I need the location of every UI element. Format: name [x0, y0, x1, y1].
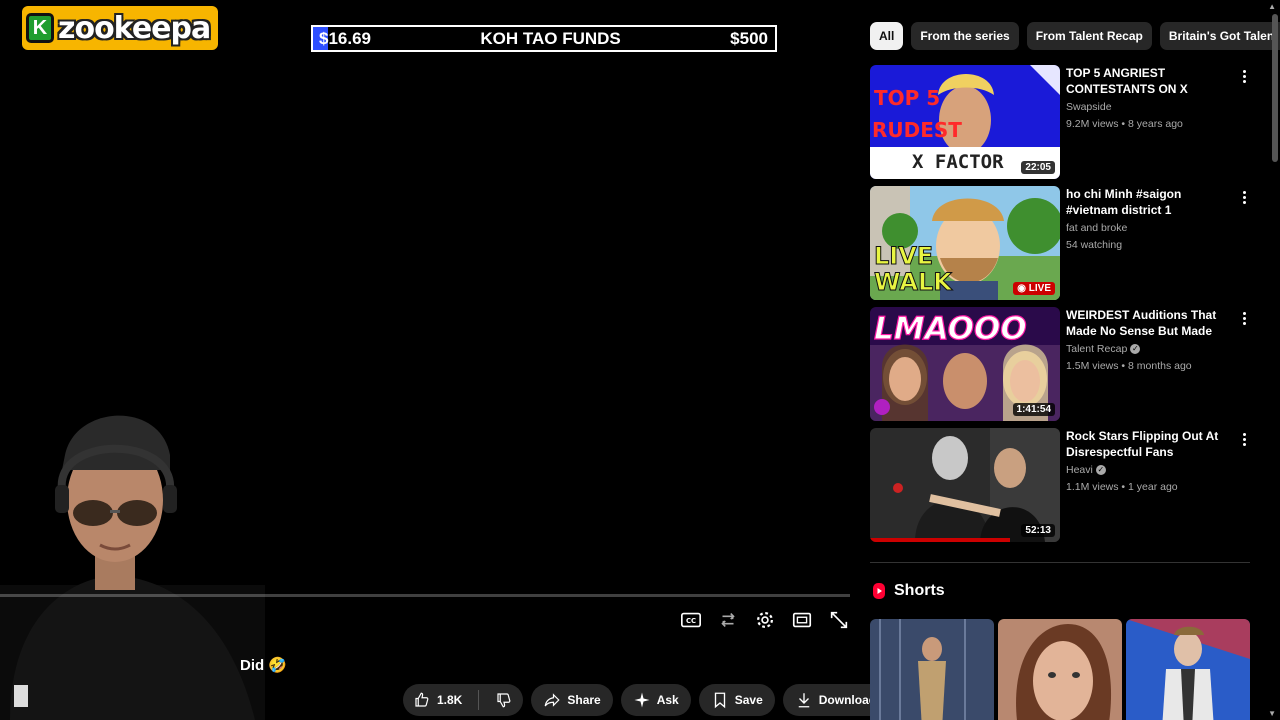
shorts-row: [870, 619, 1250, 720]
chip-britains-got-talent[interactable]: Britain's Got Talent: [1159, 22, 1280, 50]
chip-all[interactable]: All: [870, 22, 904, 50]
ask-button[interactable]: Ask: [620, 684, 691, 716]
funds-current: $16.69: [319, 28, 371, 48]
logo-text: zookeepa: [58, 10, 211, 46]
bookmark-icon: [714, 692, 725, 709]
funds-label: KOH TAO FUNDS: [480, 28, 621, 48]
share-button[interactable]: Share: [531, 684, 613, 716]
funds-goal-bar: $16.69 KOH TAO FUNDS $500: [311, 25, 777, 52]
more-options-icon[interactable]: [1238, 309, 1250, 327]
short-thumbnail-image: [1126, 619, 1250, 720]
video-thumbnail[interactable]: LMAOOO 1:41:54: [870, 307, 1060, 421]
thumb-text-line: LIVE: [874, 242, 933, 270]
zookeepa-logo: K zookeepa: [22, 6, 219, 50]
recommendation-title[interactable]: TOP 5 ANGRIEST CONTESTANTS ON X FACTOR!!…: [1066, 65, 1234, 97]
like-button[interactable]: 1.8K: [403, 684, 472, 716]
recommendation-info: TOP 5 ANGRIEST CONTESTANTS ON X FACTOR!!…: [1066, 65, 1234, 133]
save-label: Save: [734, 693, 763, 707]
video-progress-bar[interactable]: [0, 594, 850, 597]
like-count: 1.8K: [437, 693, 463, 707]
video-meta: 9.2M views • 8 years ago: [1066, 118, 1183, 130]
recommendation-title[interactable]: ho chi Minh #saigon #vietnam district 1: [1066, 186, 1234, 218]
video-meta: 1.1M views • 1 year ago: [1066, 481, 1178, 493]
video-thumbnail[interactable]: TOP 5 RUDEST X FACTOR 22:05: [870, 65, 1060, 179]
download-label: Download: [818, 693, 877, 707]
live-label: LIVE: [1028, 283, 1051, 294]
page-scrollbar[interactable]: [1272, 14, 1278, 162]
svg-text:CC: CC: [686, 617, 696, 625]
scroll-down-icon[interactable]: ▼: [1268, 709, 1276, 718]
video-thumbnail[interactable]: 52:13: [870, 428, 1060, 542]
like-dislike-group: 1.8K: [403, 684, 524, 716]
short-thumbnail[interactable]: [1126, 619, 1250, 720]
short-thumbnail[interactable]: [870, 619, 994, 720]
webcam-streamer: [0, 415, 265, 720]
duration-badge: 22:05: [1021, 161, 1055, 174]
thumb-text-line: LMAOOO: [874, 311, 1027, 347]
section-divider: [870, 562, 1250, 563]
share-label: Share: [567, 693, 601, 707]
channel-name[interactable]: fat and broke: [1066, 220, 1234, 237]
thumb-text-line: RUDEST: [872, 118, 962, 142]
recommendation-item[interactable]: 52:13 Rock Stars Flipping Out At Disresp…: [870, 428, 1250, 542]
ask-label: Ask: [656, 693, 679, 707]
verified-icon: ✓: [1130, 344, 1141, 355]
save-button[interactable]: Save: [698, 684, 775, 716]
short-thumbnail-image: [998, 619, 1122, 720]
verified-icon: ✓: [1095, 465, 1106, 476]
recommendation-info: ho chi Minh #saigon #vietnam district 1 …: [1066, 186, 1234, 254]
recommendation-info: Rock Stars Flipping Out At Disrespectful…: [1066, 428, 1234, 496]
logo-k-icon: K: [26, 13, 54, 43]
video-meta: 1.5M views • 8 months ago: [1066, 360, 1192, 372]
channel-name[interactable]: Talent Recap: [1066, 343, 1127, 355]
thumb-text-line: TOP 5: [874, 86, 940, 110]
sparkle-icon: [634, 692, 650, 708]
thumb-text-line: X FACTOR: [912, 151, 1004, 173]
miniplayer-icon[interactable]: [791, 608, 813, 632]
recommendation-item[interactable]: LIVE WALK ◉ LIVE ho chi Minh #saigon #vi…: [870, 186, 1250, 300]
live-icon: ◉: [1017, 283, 1026, 294]
shorts-icon: [873, 583, 885, 599]
captions-icon[interactable]: CC: [680, 608, 702, 632]
channel-name[interactable]: Heavi: [1066, 464, 1093, 476]
settings-icon[interactable]: [754, 608, 776, 632]
like-divider: [478, 690, 480, 710]
video-thumbnail[interactable]: LIVE WALK ◉ LIVE: [870, 186, 1060, 300]
scroll-up-icon[interactable]: ▲: [1268, 2, 1276, 11]
shorts-header: Shorts: [872, 582, 945, 600]
dislike-button[interactable]: [485, 684, 523, 716]
chip-from-the-series[interactable]: From the series: [911, 22, 1019, 50]
funds-goal: $500: [730, 28, 768, 48]
short-thumbnail[interactable]: [998, 619, 1122, 720]
thumb-text-line: WALK: [874, 268, 953, 296]
loop-icon[interactable]: [717, 608, 739, 632]
more-options-icon[interactable]: [1238, 430, 1250, 448]
filter-chips: All From the series From Talent Recap Br…: [870, 22, 1280, 50]
duration-badge: 1:41:54: [1012, 403, 1055, 416]
short-thumbnail-image: [870, 619, 994, 720]
recommendation-item[interactable]: TOP 5 RUDEST X FACTOR 22:05 TOP 5 ANGRIE…: [870, 65, 1250, 179]
video-actions: 1.8K Share Ask Save Download: [403, 684, 929, 716]
recommendation-title[interactable]: Rock Stars Flipping Out At Disrespectful…: [1066, 428, 1234, 460]
fullscreen-icon[interactable]: [828, 608, 850, 632]
video-meta: 54 watching: [1066, 239, 1123, 251]
channel-name[interactable]: Swapside: [1066, 99, 1234, 116]
thumbs-up-icon: [415, 692, 429, 707]
shorts-label: Shorts: [894, 582, 945, 599]
thumbs-down-icon: [497, 693, 511, 708]
more-options-icon[interactable]: [1238, 188, 1250, 206]
recommendation-info: WEIRDEST Auditions That Made No Sense Bu…: [1066, 307, 1234, 375]
download-icon: [798, 693, 810, 708]
duration-badge: 52:13: [1021, 524, 1055, 537]
player-controls: CC: [680, 608, 850, 632]
chip-from-talent-recap[interactable]: From Talent Recap: [1026, 22, 1152, 50]
live-badge: ◉ LIVE: [1013, 282, 1055, 295]
share-icon: [545, 693, 560, 707]
recommendation-title[interactable]: WEIRDEST Auditions That Made No Sense Bu…: [1066, 307, 1234, 339]
video-title: Did 🤣: [240, 657, 288, 674]
recommendation-item[interactable]: LMAOOO 1:41:54 WEIRDEST Auditions That M…: [870, 307, 1250, 421]
more-options-icon[interactable]: [1238, 67, 1250, 85]
